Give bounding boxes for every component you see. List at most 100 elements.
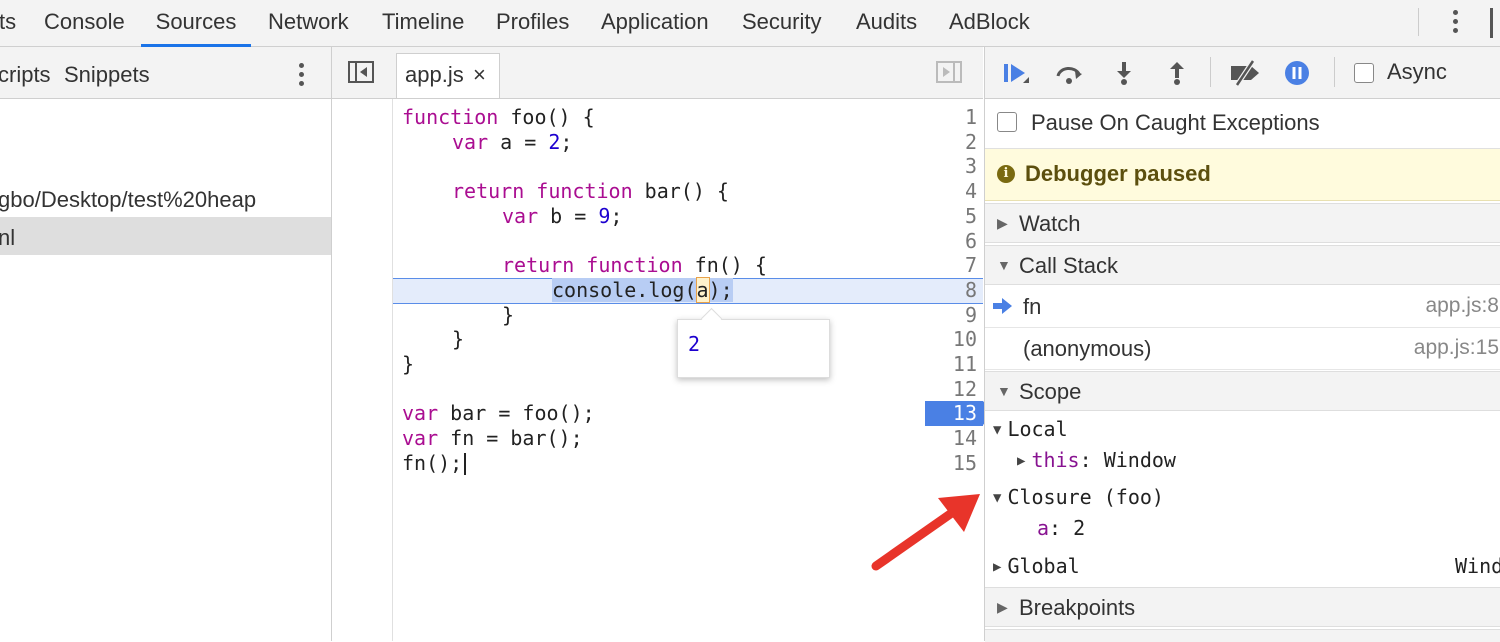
line-number[interactable]: 4	[927, 179, 977, 204]
line-number[interactable]: 12	[927, 377, 977, 402]
tab-network[interactable]: Network	[268, 0, 349, 46]
section-call-stack-label: Call Stack	[1019, 253, 1119, 278]
file-navigator: cripts Snippets gbo/Desktop/test%20heap …	[0, 47, 332, 641]
deactivate-breakpoints-icon[interactable]	[1227, 59, 1261, 87]
toolbar-divider	[1418, 8, 1419, 36]
line-number[interactable]: 3	[927, 154, 977, 179]
navigator-menu-icon[interactable]	[292, 59, 310, 89]
toggle-debugger-icon[interactable]	[936, 61, 962, 83]
tab-timeline[interactable]: Timeline	[382, 0, 464, 46]
code-line-2: var a = 2;	[452, 129, 573, 154]
toolbar-divider	[1334, 57, 1335, 87]
close-tab-icon[interactable]: ×	[473, 62, 486, 88]
tab-content-scripts[interactable]: cripts	[0, 47, 51, 103]
code-line-4: return function bar() {	[452, 179, 729, 204]
tab-profiles[interactable]: Profiles	[496, 0, 569, 46]
tab-adblock[interactable]: AdBlock	[949, 0, 1030, 46]
tree-file-item-selected[interactable]: nl	[0, 225, 15, 251]
section-call-stack[interactable]: ▼ Call Stack	[985, 245, 1500, 285]
tab-application[interactable]: Application	[601, 0, 709, 46]
toolbar-divider	[1210, 57, 1211, 87]
hover-value: 2	[688, 332, 701, 356]
line-number[interactable]: 6	[927, 229, 977, 254]
expanded-triangle-icon: ▼	[997, 257, 1011, 273]
file-tab-label: app.js	[405, 62, 464, 87]
call-frame-location[interactable]: app.js:8	[1425, 294, 1499, 318]
async-label: Async	[1387, 59, 1447, 84]
paused-message: Debugger paused	[1025, 161, 1211, 186]
toggle-navigator-icon[interactable]	[348, 61, 374, 83]
pause-caught-checkbox[interactable]	[997, 112, 1017, 132]
editor-tab-bar: app.js ×	[332, 47, 983, 99]
more-options-icon[interactable]	[1445, 6, 1465, 38]
pause-caught-row: Pause On Caught Exceptions	[985, 99, 1500, 149]
code-line-7: return function fn() {	[502, 253, 767, 278]
info-icon: i	[997, 165, 1015, 183]
code-line-8: console.log(a);	[552, 276, 733, 303]
line-number[interactable]: 8	[927, 278, 977, 303]
debugger-toolbar: Async	[985, 47, 1500, 99]
scope-closure-variable[interactable]: a: 2	[1037, 516, 1085, 540]
section-watch[interactable]: ▶ Watch	[985, 203, 1500, 243]
tab-security[interactable]: Security	[742, 0, 821, 46]
expanded-triangle-icon: ▼	[993, 422, 1002, 438]
current-frame-arrow-icon	[993, 298, 1012, 314]
hovered-token: a	[695, 276, 710, 303]
scope-global[interactable]: ▶ Global	[993, 554, 1080, 578]
scope-local[interactable]: ▼ Local	[993, 417, 1068, 441]
tab-snippets[interactable]: Snippets	[64, 47, 150, 103]
tab-sources[interactable]: Sources	[141, 0, 251, 47]
pause-on-exceptions-icon[interactable]	[1283, 59, 1311, 87]
step-into-icon[interactable]	[1110, 59, 1138, 87]
debugger-sidebar: Async Pause On Caught Exceptions i Debug…	[984, 47, 1500, 642]
collapsed-triangle-icon: ▶	[997, 599, 1008, 615]
pause-caught-label: Pause On Caught Exceptions	[1031, 110, 1320, 135]
code-line-10: }	[452, 327, 465, 352]
code-line-9: }	[502, 302, 515, 327]
scope-this-property[interactable]: ▶ this: Window	[1017, 448, 1176, 472]
line-number[interactable]: 14	[927, 426, 977, 451]
resume-icon[interactable]	[1001, 59, 1029, 87]
line-number[interactable]: 7	[927, 253, 977, 278]
call-frame-row[interactable]: fn app.js:8	[985, 286, 1500, 328]
close-devtools-icon[interactable]	[1490, 8, 1493, 38]
call-frame-location[interactable]: app.js:15	[1414, 336, 1499, 360]
expanded-triangle-icon: ▼	[993, 490, 1002, 506]
section-watch-label: Watch	[1019, 211, 1081, 236]
line-number[interactable]: 10	[927, 327, 977, 352]
scope-closure[interactable]: ▼ Closure (foo)	[993, 485, 1164, 509]
code-line-15: fn();	[402, 450, 463, 475]
line-number[interactable]: 15	[927, 451, 977, 476]
async-checkbox[interactable]	[1354, 63, 1374, 83]
code-line-11: }	[402, 352, 415, 376]
call-frame-name: (anonymous)	[1023, 336, 1152, 361]
section-breakpoints[interactable]: ▶ Breakpoints	[985, 587, 1500, 627]
line-number[interactable]: 5	[927, 204, 977, 229]
hover-value-popover: 2	[677, 319, 830, 378]
tree-selection	[0, 217, 331, 255]
annotation-arrow-icon	[871, 494, 980, 571]
tab-audits[interactable]: Audits	[856, 0, 917, 46]
collapsed-triangle-icon: ▶	[997, 215, 1008, 231]
call-frame-row[interactable]: (anonymous) app.js:15	[985, 328, 1500, 370]
line-number[interactable]: 11	[927, 352, 977, 377]
line-number[interactable]: 9	[927, 303, 977, 328]
line-number[interactable]: 2	[927, 130, 977, 155]
section-scope[interactable]: ▼ Scope	[985, 371, 1500, 411]
breakpoint-marker[interactable]: 13	[925, 401, 993, 427]
tab-console[interactable]: Console	[44, 0, 125, 46]
file-tab-app-js[interactable]: app.js ×	[396, 53, 500, 98]
code-line-14: var fn = bar();	[402, 426, 583, 451]
line-gutter[interactable]	[332, 99, 393, 641]
call-frame-name: fn	[1023, 294, 1042, 319]
code-line-5: var b = 9;	[502, 203, 623, 228]
section-scope-label: Scope	[1019, 379, 1082, 404]
devtools-tab-bar: ts Console Sources Network Timeline Prof…	[0, 0, 1500, 47]
line-number[interactable]: 1	[927, 105, 977, 130]
step-out-icon[interactable]	[1163, 59, 1191, 87]
tree-folder-item[interactable]: gbo/Desktop/test%20heap	[0, 187, 256, 213]
collapsed-triangle-icon: ▶	[993, 559, 1002, 575]
step-over-icon[interactable]	[1055, 59, 1083, 87]
section-breakpoints-label: Breakpoints	[1019, 595, 1136, 620]
tab-elements[interactable]: ts	[0, 0, 16, 46]
